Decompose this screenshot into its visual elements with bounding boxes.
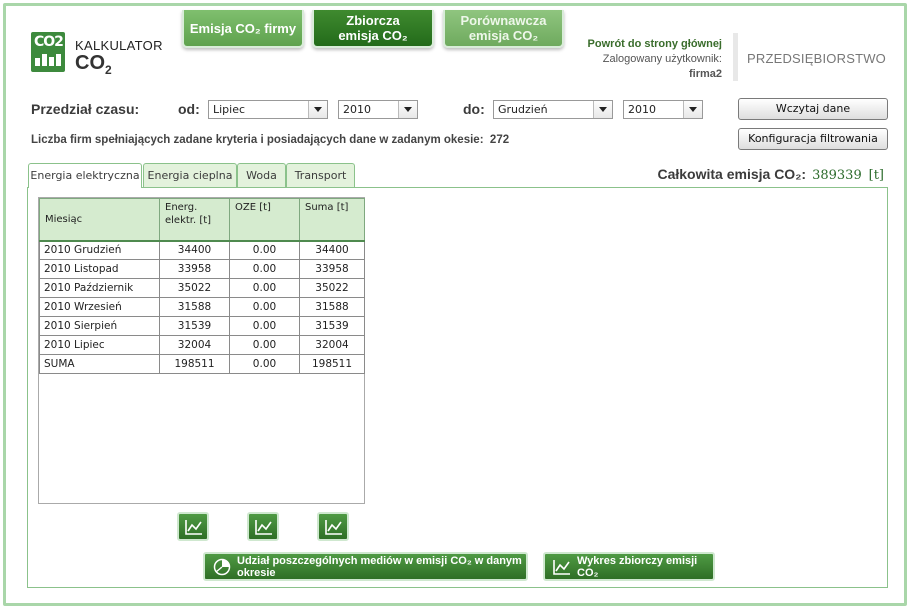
cell-sum: 31588 [299, 297, 365, 317]
cell-sum: 35022 [299, 278, 365, 298]
col-month[interactable]: Miesiąc [39, 198, 160, 242]
load-data-button[interactable]: Wczytaj dane [738, 98, 888, 120]
logged-user-label: Zalogowany użytkownik: [602, 53, 722, 65]
filter-config-button[interactable]: Konfiguracja filtrowania [738, 128, 888, 150]
nav-comparative-emission[interactable]: Porównawcza emisja CO₂ [443, 10, 564, 48]
cell-month: 2010 Wrzesień [39, 297, 160, 317]
company-type: PRZEDSIĘBIORSTWO [747, 51, 886, 66]
logo-title-line2: CO2 [75, 52, 112, 77]
emission-table: Miesiąc Energ. elektr. [t] OZE [t] Suma … [39, 198, 365, 374]
chart-sum-button[interactable] [317, 512, 349, 541]
cell-oze: 0.00 [229, 335, 300, 355]
to-month-select[interactable]: Grudzień [493, 100, 613, 119]
table-header-row: Miesiąc Energ. elektr. [t] OZE [t] Suma … [39, 198, 365, 242]
total-emission: Całkowita emisja CO₂: 389339 [t] [657, 166, 884, 183]
cell-electricity: 33958 [159, 259, 230, 279]
tab-electricity[interactable]: Energia elektryczna [28, 163, 142, 188]
table-total-row[interactable]: SUMA 198511 0.00 198511 [39, 354, 365, 374]
cell-sum: 31539 [299, 316, 365, 336]
cell-electricity: 31588 [159, 297, 230, 317]
cell-oze: 0.00 [229, 278, 300, 298]
cell-oze: 0.00 [229, 297, 300, 317]
table-row[interactable]: 2010 Listopad 33958 0.00 33958 [39, 259, 365, 279]
cell-electricity: 34400 [159, 240, 230, 260]
line-chart-icon [325, 520, 342, 535]
to-year-select[interactable]: 2010 [623, 100, 703, 119]
chevron-down-icon [593, 101, 612, 118]
chevron-down-icon [308, 101, 327, 118]
chart-oze-button[interactable] [247, 512, 279, 541]
cell-sum: 32004 [299, 335, 365, 355]
header-divider [733, 33, 738, 81]
cell-electricity: 32004 [159, 335, 230, 355]
cell-month: 2010 Lipiec [39, 335, 160, 355]
cell-oze: 0.00 [229, 240, 300, 260]
col-electricity[interactable]: Energ. elektr. [t] [159, 198, 230, 242]
cell-month: 2010 Grudzień [39, 240, 160, 260]
cell-electricity: 198511 [159, 354, 230, 374]
line-chart-icon [255, 520, 272, 535]
col-sum[interactable]: Suma [t] [299, 198, 365, 242]
line-chart-icon [185, 520, 202, 535]
from-label: od: [178, 101, 200, 117]
cell-month: SUMA [39, 354, 160, 374]
table-row[interactable]: 2010 Wrzesień 31588 0.00 31588 [39, 297, 365, 317]
cell-sum: 198511 [299, 354, 365, 374]
company-count-line: Liczba firm spełniających zadane kryteri… [31, 134, 510, 146]
company-count-value: 272 [489, 134, 510, 146]
summary-chart-button[interactable]: Wykres zbiorczy emisji CO₂ [543, 552, 715, 581]
cell-month: 2010 Listopad [39, 259, 160, 279]
col-oze[interactable]: OZE [t] [229, 198, 300, 242]
cell-electricity: 35022 [159, 278, 230, 298]
logo: CO2 [31, 32, 65, 72]
table-row[interactable]: 2010 Sierpień 31539 0.00 31539 [39, 316, 365, 336]
summary-chart-label: Wykres zbiorczy emisji CO₂ [577, 554, 698, 579]
cell-sum: 34400 [299, 240, 365, 260]
back-to-home-link[interactable]: Powrót do strony głównej [588, 38, 722, 50]
total-emission-value: 389339 [812, 168, 862, 183]
nav-company-emission[interactable]: Emisja CO₂ firmy [182, 10, 304, 48]
chart-electricity-button[interactable] [177, 512, 209, 541]
cell-oze: 0.00 [229, 354, 300, 374]
chevron-down-icon [398, 101, 417, 118]
tab-heat[interactable]: Energia cieplna [143, 163, 237, 187]
logo-bars-icon [35, 54, 61, 66]
from-month-select[interactable]: Lipiec [208, 100, 328, 119]
logo-badge-text: CO2 [34, 34, 64, 50]
cell-sum: 33958 [299, 259, 365, 279]
cell-oze: 0.00 [229, 316, 300, 336]
nav-aggregate-emission[interactable]: Zbiorcza emisja CO₂ [312, 10, 434, 48]
to-label: do: [463, 101, 485, 117]
table-row[interactable]: 2010 Grudzień 34400 0.00 34400 [39, 240, 365, 260]
tab-water[interactable]: Woda [237, 163, 286, 187]
chevron-down-icon [683, 101, 702, 118]
logo-title-line1: KALKULATOR [75, 38, 163, 53]
cell-electricity: 31539 [159, 316, 230, 336]
line-chart-icon [553, 559, 570, 575]
pie-chart-icon [213, 558, 231, 575]
cell-oze: 0.00 [229, 259, 300, 279]
table-row[interactable]: 2010 Październik 35022 0.00 35022 [39, 278, 365, 298]
username: firma2 [688, 68, 722, 80]
cell-month: 2010 Sierpień [39, 316, 160, 336]
period-label: Przedział czasu: [31, 101, 140, 117]
tab-transport[interactable]: Transport [286, 163, 355, 187]
cell-month: 2010 Październik [39, 278, 160, 298]
from-year-select[interactable]: 2010 [338, 100, 418, 119]
media-share-button[interactable]: Udział poszczególnych mediów w emisji CO… [203, 552, 528, 581]
media-share-label: Udział poszczególnych mediów w emisji CO… [237, 554, 522, 579]
table-row[interactable]: 2010 Lipiec 32004 0.00 32004 [39, 335, 365, 355]
